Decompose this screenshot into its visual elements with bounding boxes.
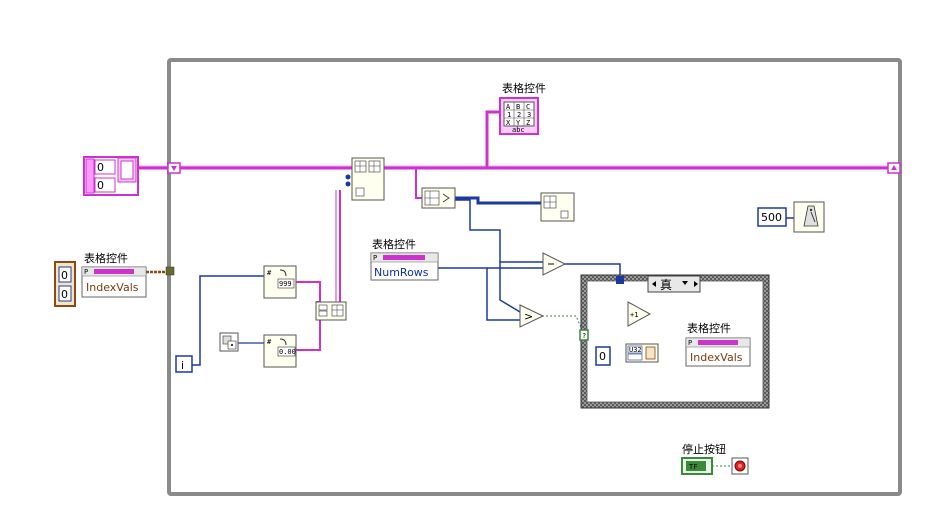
svg-text:?: ? xyxy=(582,332,586,340)
svg-text:+1: +1 xyxy=(630,311,638,319)
property-node-indexvals-left[interactable]: 表格控件 P IndexVals 0 0 xyxy=(54,251,147,307)
zero-constant[interactable]: 0 xyxy=(595,346,611,366)
table-cell-1: 1 xyxy=(507,111,511,119)
array-value-0: 0 xyxy=(97,161,104,174)
build-table-node-lower[interactable] xyxy=(315,301,347,321)
table-cell-3: 3 xyxy=(527,111,531,119)
numrows-wire xyxy=(438,267,520,321)
right-tunnel xyxy=(887,162,901,174)
table-cell-z: Z xyxy=(526,119,530,127)
random-number-node[interactable] xyxy=(219,332,239,352)
iteration-glyph: i xyxy=(181,359,184,372)
table-icon-grid: A B C 1 2 3 X Y Z xyxy=(504,102,534,127)
case-selector[interactable]: 真 xyxy=(647,275,701,293)
get-cell-node[interactable] xyxy=(540,192,575,222)
property-node-left-name: IndexVals xyxy=(86,281,139,294)
bundle-node[interactable]: U32 xyxy=(625,343,659,363)
wait-node[interactable] xyxy=(793,201,825,233)
case-selector-value: 真 xyxy=(660,278,672,292)
property-node-numrows-name: NumRows xyxy=(374,266,429,279)
svg-text:>: > xyxy=(524,310,533,323)
table-terminal-label: 表格控件 xyxy=(502,81,546,95)
table-cell-2: 2 xyxy=(517,111,521,119)
array-constant[interactable]: 0 0 xyxy=(83,156,139,196)
compare-bool-wire xyxy=(542,315,585,335)
table-wire-size xyxy=(415,168,422,199)
index-val-1: 0 xyxy=(61,288,68,301)
table-icon-footer: abc xyxy=(512,126,525,134)
wait-ms-constant[interactable]: 500 xyxy=(757,207,787,227)
table-wire-branch xyxy=(485,110,500,168)
array-value-1: 0 xyxy=(97,179,104,192)
svg-text:P: P xyxy=(373,254,377,262)
iteration-wire xyxy=(192,275,264,366)
stop-button-terminal[interactable]: 停止按钮 TF xyxy=(681,442,726,475)
zero-constant-value: 0 xyxy=(599,350,606,363)
svg-text:P: P xyxy=(84,268,88,276)
property-node-case-label: 表格控件 xyxy=(687,321,731,335)
property-node-left-label: 表格控件 xyxy=(84,251,128,265)
wait-ms-value: 500 xyxy=(761,211,782,224)
table-cell-c: C xyxy=(526,103,530,111)
property-node-case-name: IndexVals xyxy=(690,351,743,364)
greater-than-node[interactable]: > xyxy=(519,304,545,328)
format-float-node[interactable]: # 0.00 xyxy=(263,334,297,368)
table-cell-b: B xyxy=(516,103,520,111)
format-int-node[interactable]: # 999 xyxy=(263,265,297,299)
stop-button-glyph: TF xyxy=(689,463,697,471)
insert-table-node[interactable] xyxy=(345,157,385,201)
table-terminal[interactable]: 表格控件 A B C 1 2 3 X Y Z abc xyxy=(499,81,546,135)
u32-label: U32 xyxy=(629,346,642,354)
block-diagram: 0 0 表格控件 A B C 1 2 3 X Y Z abc 表格控件 P In… xyxy=(54,58,902,496)
subtract-node[interactable] xyxy=(542,252,567,276)
iteration-terminal: i xyxy=(175,355,193,373)
format-int-text: 999 xyxy=(279,280,292,288)
table-size-node[interactable] xyxy=(421,187,456,209)
stop-condition-icon xyxy=(731,457,749,475)
wires xyxy=(138,110,888,467)
property-node-numrows[interactable]: 表格控件 P NumRows xyxy=(370,237,439,281)
format-float-text: 0.00 xyxy=(279,348,296,356)
svg-text:P: P xyxy=(688,339,692,347)
property-node-numrows-label: 表格控件 xyxy=(372,237,416,251)
cluster-tunnel xyxy=(165,266,175,276)
index-val-0: 0 xyxy=(61,269,68,282)
stop-button-label: 停止按钮 xyxy=(682,442,726,456)
left-tunnel xyxy=(167,162,181,174)
